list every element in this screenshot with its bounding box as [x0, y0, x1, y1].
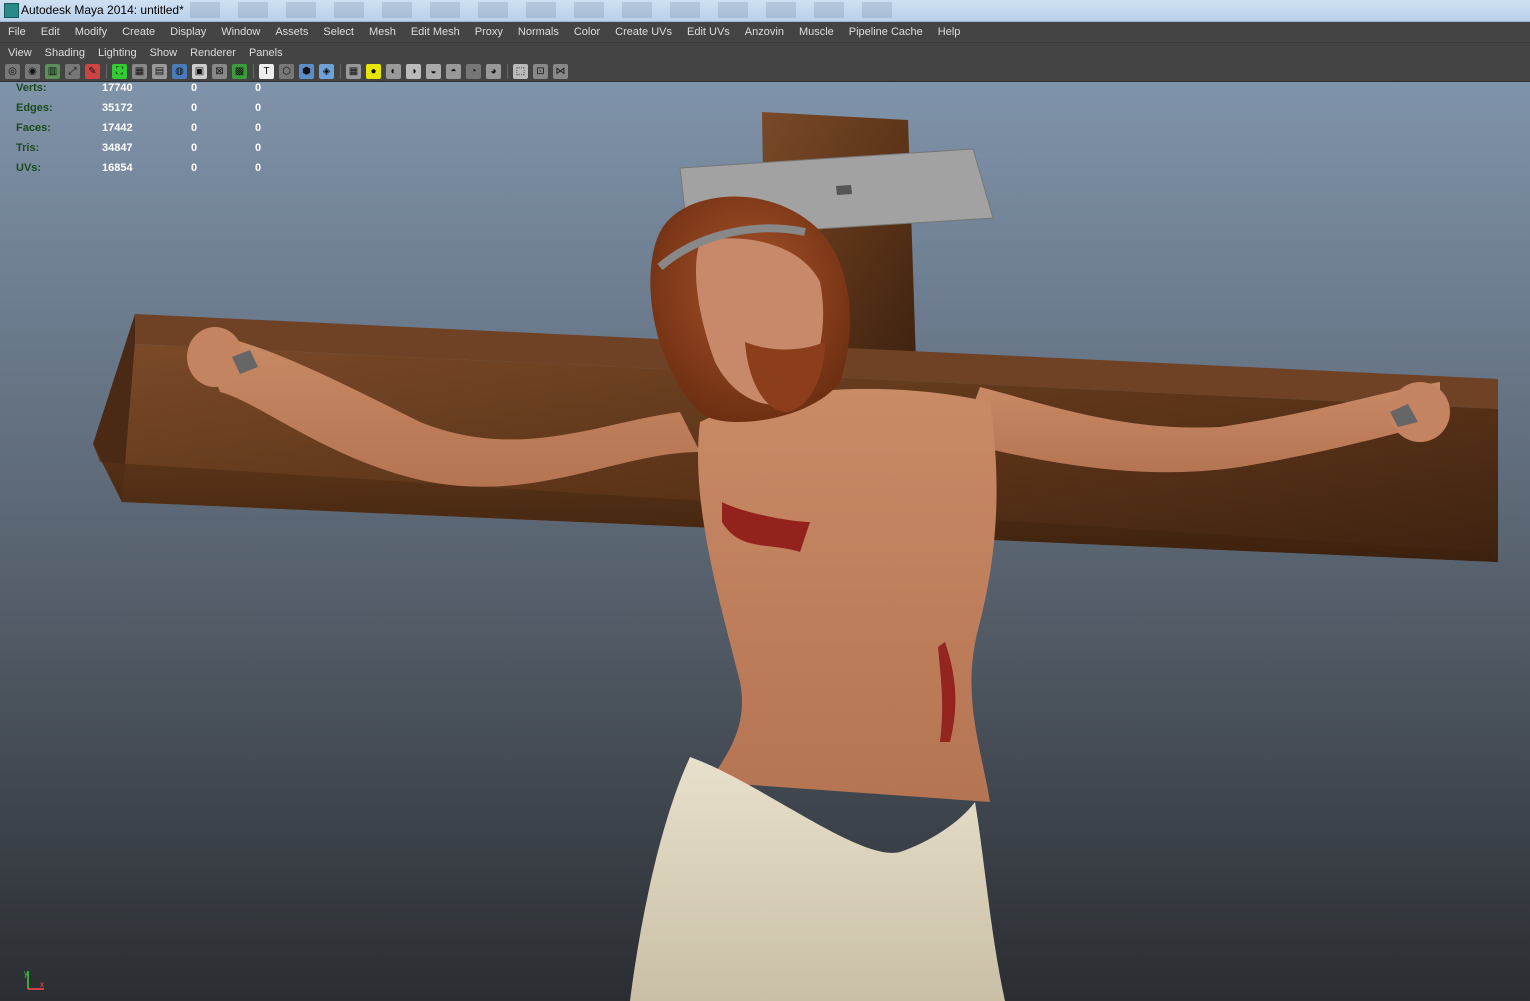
window-title-bar: Autodesk Maya 2014: untitled*	[0, 0, 1530, 22]
grease-pencil-icon[interactable]: ✎	[85, 63, 100, 79]
resolution-gate-icon[interactable]: ◍	[172, 63, 187, 79]
3d-viewport[interactable]: Verts: 17740 0 0 Edges: 35172 0 0 Faces: 17442 0 0 T…	[0, 82, 1530, 1001]
hud-value: 0	[191, 162, 198, 174]
scene-render	[93, 112, 1498, 1001]
menu-help[interactable]: Help	[930, 26, 968, 38]
axis-x-label: x	[40, 980, 44, 989]
hud-label: UVs:	[16, 162, 42, 174]
toolbar-separator	[340, 63, 341, 79]
safe-title-icon[interactable]: T	[259, 63, 274, 79]
menu-edit-uvs[interactable]: Edit UVs	[679, 26, 737, 38]
depth-of-field-icon[interactable]: ◔	[466, 63, 481, 79]
hud-label: Faces:	[16, 122, 51, 134]
hud-value: 34847	[102, 142, 133, 154]
hud-value: 17740	[102, 82, 133, 94]
menu-create[interactable]: Create	[114, 26, 162, 38]
axis-y-label: y	[24, 969, 28, 978]
wireframe-on-shaded-icon[interactable]: ◈	[319, 63, 334, 79]
hud-value: 0	[191, 142, 198, 154]
figure-torso	[698, 388, 997, 802]
menu-assets[interactable]: Assets	[267, 26, 315, 38]
menu-proxy[interactable]: Proxy	[467, 26, 510, 38]
maya-app-icon	[4, 3, 19, 18]
isolate-select-icon[interactable]: ⛶	[112, 63, 127, 79]
image-plane-icon[interactable]: ▥	[45, 63, 60, 79]
camera-attributes-icon[interactable]: ◎	[5, 63, 20, 79]
use-all-lights-icon[interactable]: ●	[366, 63, 381, 79]
gate-mask-icon[interactable]: ▣	[192, 63, 207, 79]
toolbar-separator	[253, 63, 254, 79]
menu-select[interactable]: Select	[315, 26, 361, 38]
menu-window[interactable]: Window	[213, 26, 267, 38]
hud-value: 0	[255, 102, 262, 114]
menu-file[interactable]: File	[0, 26, 33, 38]
field-chart-icon[interactable]: ⊠	[212, 63, 227, 79]
title-bar-shelf-ghost	[190, 2, 910, 18]
xray-joints-icon[interactable]: ⬚	[513, 63, 528, 79]
screen-space-ao-icon[interactable]: ◑	[406, 63, 421, 79]
hud-value: 0	[255, 82, 262, 94]
panel-menu-show[interactable]: Show	[142, 47, 183, 59]
hud-value: 0	[255, 162, 262, 174]
main-menu-bar: File Edit Modify Create Display Window Assets S…	[0, 22, 1530, 42]
menu-display[interactable]: Display	[162, 26, 213, 38]
anti-alias-icon[interactable]: ◓	[446, 63, 461, 79]
hud-label: Edges:	[16, 102, 53, 114]
menu-normals[interactable]: Normals	[510, 26, 566, 38]
smooth-shade-icon[interactable]: ⬢	[299, 63, 314, 79]
menu-edit-mesh[interactable]: Edit Mesh	[403, 26, 467, 38]
panel-menu-renderer[interactable]: Renderer	[182, 47, 241, 59]
menu-modify[interactable]: Modify	[67, 26, 114, 38]
panel-menu-bar: View Shading Lighting Show Renderer Panels	[0, 42, 1530, 62]
panel-menu-view[interactable]: View	[0, 47, 37, 59]
safe-action-icon[interactable]: ▩	[232, 63, 247, 79]
menu-muscle[interactable]: Muscle	[791, 26, 841, 38]
window-title: Autodesk Maya 2014: untitled*	[21, 3, 184, 17]
hud-label: Tris:	[16, 142, 40, 154]
motion-blur-icon[interactable]: ◒	[426, 63, 441, 79]
hud-label: Verts:	[16, 82, 47, 94]
hud-value: 16854	[102, 162, 133, 174]
panel-menu-shading[interactable]: Shading	[37, 47, 90, 59]
panel-menu-lighting[interactable]: Lighting	[90, 47, 142, 59]
wireframe-icon[interactable]: ⬡	[279, 63, 294, 79]
hud-value: 0	[191, 122, 198, 134]
toolbar-separator	[106, 63, 107, 79]
hud-value: 0	[255, 142, 262, 154]
view-axis-indicator: y x	[24, 969, 44, 990]
hud-value: 35172	[102, 102, 133, 114]
grid-icon[interactable]: ▦	[132, 63, 147, 79]
panel-menu-panels[interactable]: Panels	[241, 47, 288, 59]
2d-pan-zoom-icon[interactable]: ⤢	[65, 63, 80, 79]
smooth-wireframe-icon[interactable]: ⋈	[553, 63, 568, 79]
bookmark-icon[interactable]: ◉	[25, 63, 40, 79]
menu-pipeline-cache[interactable]: Pipeline Cache	[841, 26, 930, 38]
menu-create-uvs[interactable]: Create UVs	[607, 26, 679, 38]
hud-value: 0	[255, 122, 262, 134]
backface-culling-icon[interactable]: ⊡	[533, 63, 548, 79]
toolbar-separator	[507, 63, 508, 79]
hud-value: 0	[191, 102, 198, 114]
panel-toolbar: ◎ ◉ ▥ ⤢ ✎ ⛶ ▦ ▤ ◍ ▣ ⊠ ▩ T ⬡ ⬢ ◈ ▦ ● ◐ ◑ ◒ ◓ ◔ ◕ ⬚ ⊡ ⋈	[0, 61, 1530, 82]
menu-mesh[interactable]: Mesh	[361, 26, 403, 38]
hud-value: 0	[191, 82, 198, 94]
shadows-icon[interactable]: ◐	[386, 63, 401, 79]
menu-edit[interactable]: Edit	[33, 26, 67, 38]
film-gate-icon[interactable]: ▤	[152, 63, 167, 79]
hud-value: 17442	[102, 122, 133, 134]
xray-icon[interactable]: ◕	[486, 63, 501, 79]
menu-color[interactable]: Color	[566, 26, 607, 38]
textured-icon[interactable]: ▦	[346, 63, 361, 79]
menu-anzovin[interactable]: Anzovin	[737, 26, 791, 38]
